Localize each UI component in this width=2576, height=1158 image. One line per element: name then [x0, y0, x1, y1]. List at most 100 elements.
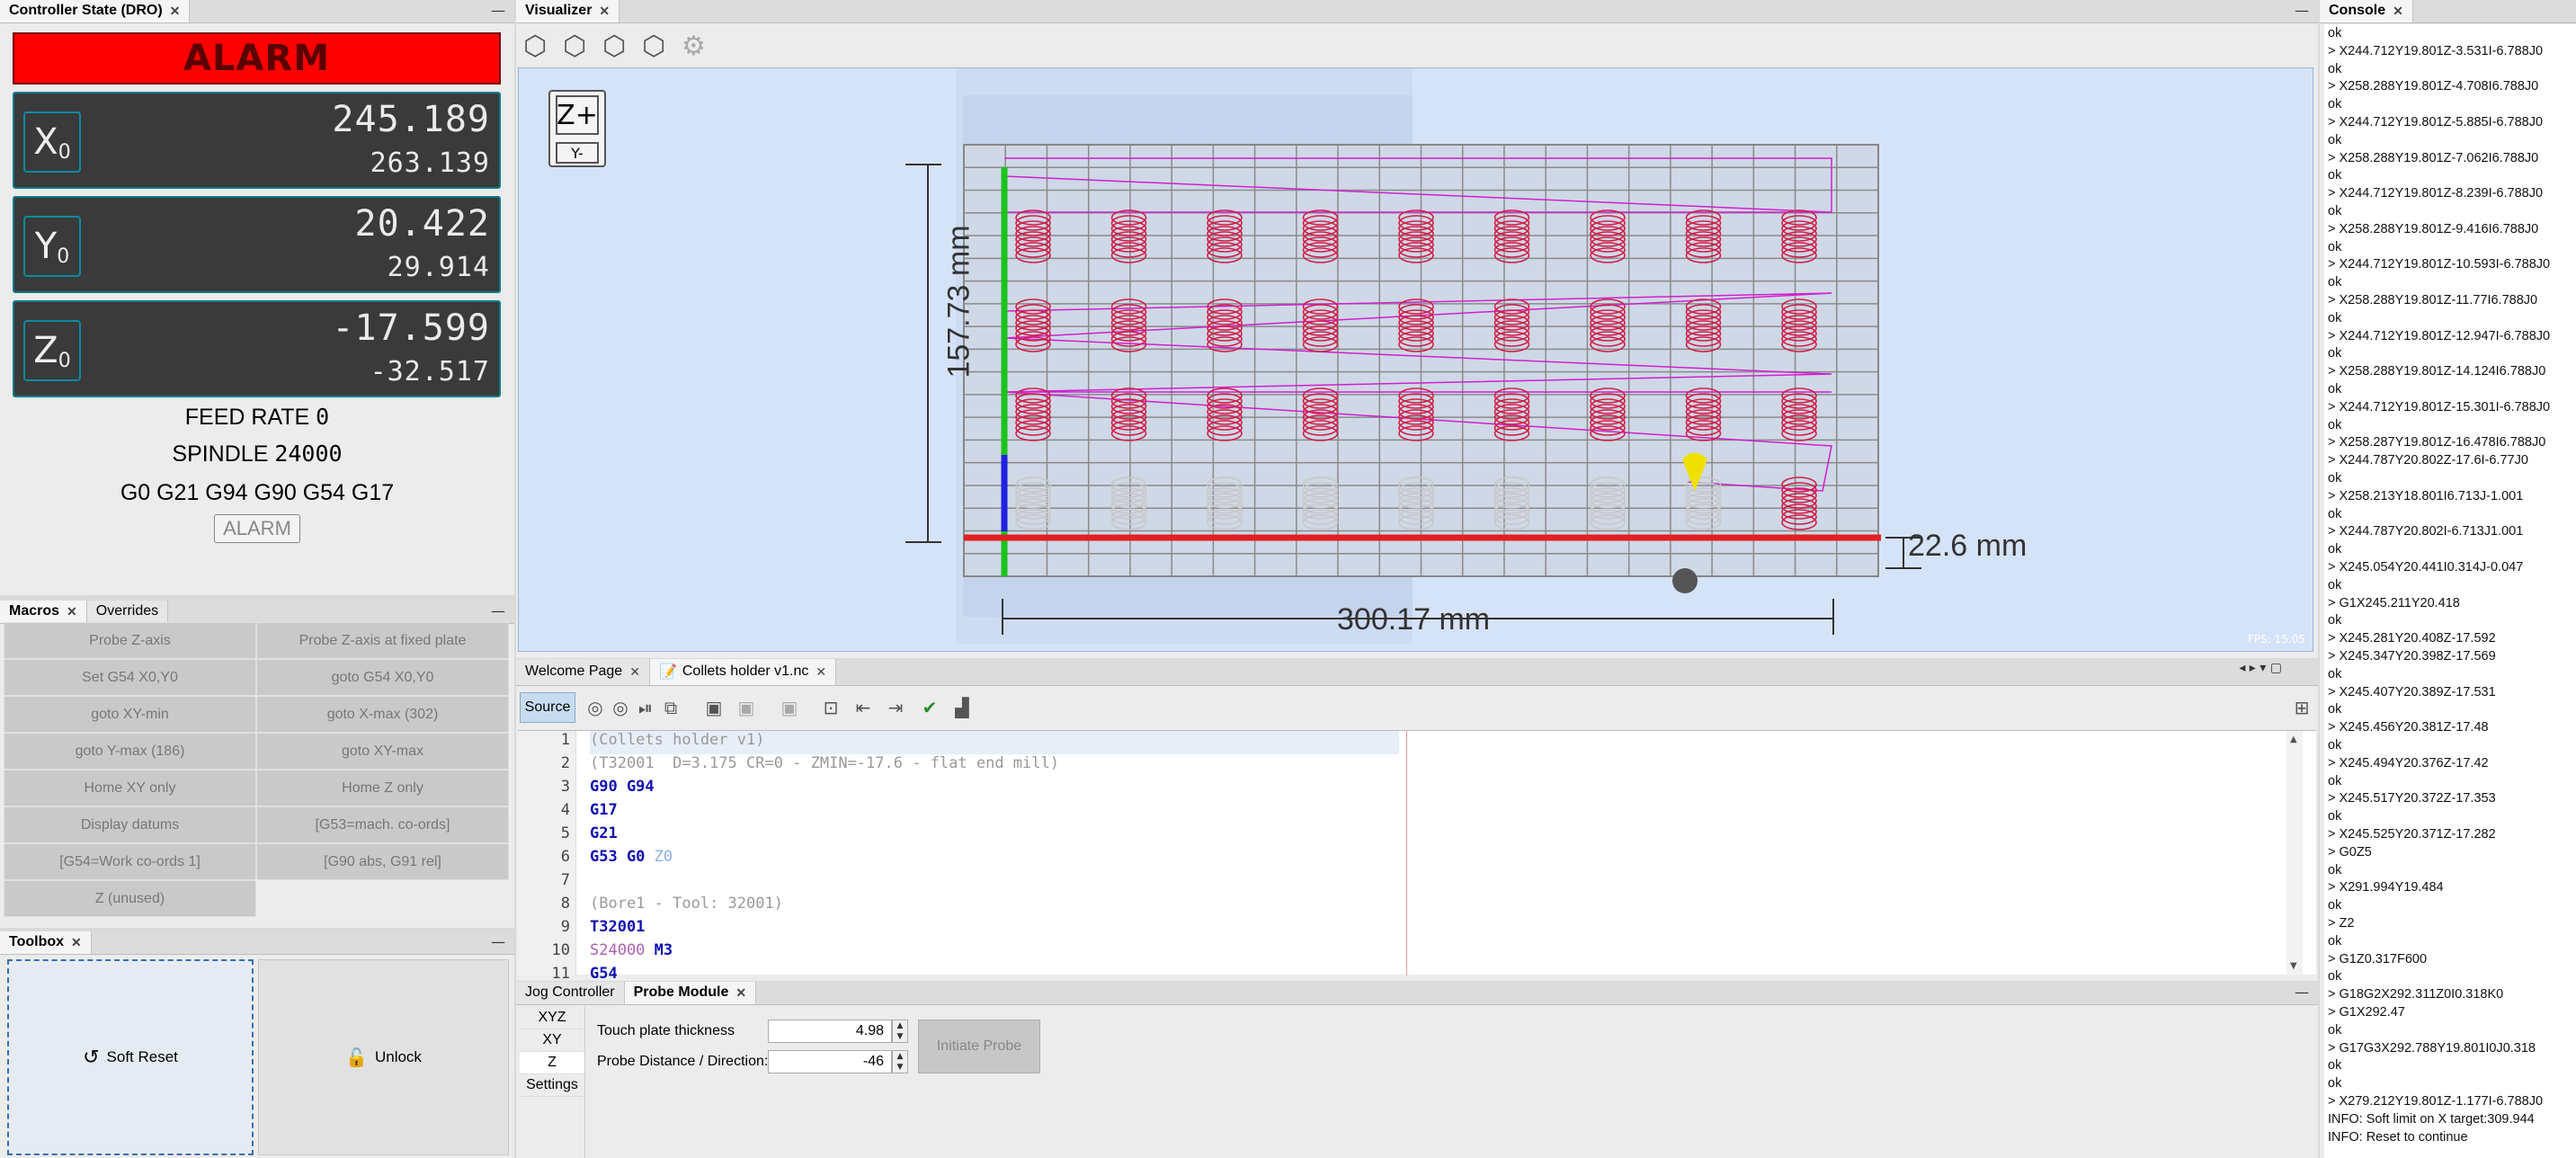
toggle-icon[interactable]: ◎	[584, 697, 606, 718]
macro-button[interactable]: [G90 abs, G91 rel]	[256, 843, 509, 880]
code-line: G17	[590, 801, 618, 819]
thickness-input[interactable]: 4.98	[768, 1020, 892, 1043]
run-icon[interactable]: ⏯	[635, 697, 656, 718]
tab-list-dropdown-icon[interactable]: ◂ ▸ ▾ ▢	[2239, 661, 2282, 675]
toggle-icon-2[interactable]: ◎	[610, 697, 631, 718]
split-view-icon[interactable]: ⊞	[2291, 697, 2313, 718]
console-line: > X258.213Y18.801I6.713J-1.001	[2328, 488, 2524, 503]
visualizer-canvas[interactable]: 157.73 mm 300.17 mm 22.6 mm FPS: 15.05	[518, 59, 2313, 652]
tab-visualizer[interactable]: Visualizer ✕	[516, 0, 620, 22]
axis-x-letter: X	[33, 121, 58, 163]
zoom-plus-button[interactable]: Z+	[556, 95, 599, 135]
close-icon[interactable]: ✕	[2393, 4, 2403, 19]
format-icon[interactable]: ▣	[779, 697, 800, 718]
tab-console[interactable]: Console ✕	[2320, 0, 2413, 22]
macro-button[interactable]: Z (unused)	[4, 880, 256, 917]
macro-button[interactable]: Probe Z-axis at fixed plate	[256, 622, 509, 659]
macro-button[interactable]: Set G54 X0,Y0	[4, 659, 256, 696]
tab-jog-label: Jog Controller	[525, 984, 615, 1000]
minimize-icon[interactable]: —	[491, 2, 505, 19]
probe-mode-z[interactable]: Z	[520, 1052, 584, 1074]
view-top-icon[interactable]: ⬡	[563, 31, 586, 62]
tab-toolbox[interactable]: Toolbox ✕	[0, 931, 92, 954]
view-iso-icon[interactable]: ⬡	[523, 31, 547, 62]
macro-button[interactable]: Home XY only	[4, 770, 256, 806]
soft-reset-label: Soft Reset	[106, 1048, 178, 1065]
history-icon[interactable]: ▣	[703, 697, 725, 718]
close-icon[interactable]: ✕	[816, 664, 826, 680]
code-token: S24000	[590, 941, 646, 959]
console-line: > X258.288Y19.801Z-14.124I6.788J0	[2328, 364, 2546, 379]
alarm-button[interactable]: ALARM	[214, 514, 300, 543]
close-icon[interactable]: ✕	[71, 935, 82, 950]
macros-tabbar: Macros ✕ Overrides —	[0, 601, 514, 624]
minimize-icon[interactable]: —	[2295, 2, 2309, 19]
comment-icon[interactable]: ✔	[919, 697, 940, 718]
unlock-button[interactable]: 🔓 Unlock	[258, 959, 509, 1155]
camera-settings-icon[interactable]: ⚙	[682, 31, 706, 62]
tab-gcode-file[interactable]: 📝 Collets holder v1.nc ✕	[649, 659, 837, 685]
gcode-editor[interactable]: ▲ ▼ 1 (Collets holder v1) 2 (T32001 D=3.…	[518, 730, 2316, 983]
soft-reset-button[interactable]: ↺ Soft Reset	[7, 959, 254, 1155]
close-icon[interactable]: ✕	[67, 604, 77, 619]
close-icon[interactable]: ✕	[599, 4, 610, 19]
console-output[interactable]: ok > X244.712Y19.801Z-3.531I-6.788J0 ok > X…	[2324, 24, 2576, 1158]
feed-rate-label: FEED RATE	[184, 405, 310, 430]
tab-jog-controller[interactable]: Jog Controller	[516, 982, 625, 1004]
tab-overrides[interactable]: Overrides	[86, 601, 169, 623]
macro-button[interactable]: [G54=Work co-ords 1]	[4, 843, 256, 880]
right-margin-line	[1406, 731, 1407, 975]
macro-button[interactable]: Home Z only	[256, 770, 509, 806]
overlay-icon[interactable]: ⧉	[660, 697, 682, 718]
distance-input[interactable]: -46	[768, 1050, 892, 1073]
bookmark-icon[interactable]: ▣	[735, 697, 757, 718]
editor-scrollbar[interactable]: ▲ ▼	[2286, 731, 2303, 975]
view-front-icon[interactable]: ⬡	[642, 31, 665, 62]
probe-mode-xyz[interactable]: XYZ	[520, 1007, 584, 1029]
y-minus-button[interactable]: Y-	[556, 142, 599, 164]
macro-button[interactable]: goto X-max (302)	[256, 696, 509, 733]
axis-y-zero-button[interactable]: Y0	[23, 216, 81, 277]
macro-button[interactable]: Probe Z-axis	[4, 622, 256, 659]
minimize-icon[interactable]: —	[491, 933, 505, 950]
source-tab[interactable]: Source	[520, 692, 575, 723]
code-line: (Bore1 - Tool: 32001)	[590, 895, 783, 913]
axis-z-zero-button[interactable]: Z0	[23, 320, 81, 381]
axis-z-sub: 0	[58, 349, 71, 372]
close-icon[interactable]: ✕	[629, 664, 640, 680]
shift-right-icon[interactable]: ⇥	[885, 697, 906, 718]
macro-button[interactable]: Display datums	[4, 806, 256, 843]
code-token: M3	[645, 941, 673, 959]
console-line: > G1X245.211Y20.418	[2328, 595, 2460, 610]
shift-left-icon[interactable]: ⇤	[852, 697, 874, 718]
visualizer-title: Visualizer	[525, 3, 593, 18]
macro-button[interactable]: goto XY-max	[256, 733, 509, 770]
insert-icon[interactable]: ⊡	[820, 697, 842, 718]
console-line: ok	[2328, 809, 2342, 824]
distance-spinner[interactable]: ▲ ▼	[892, 1050, 908, 1073]
initiate-probe-button[interactable]: Initiate Probe	[918, 1020, 1040, 1073]
console-line: > X244.712Y19.801Z-12.947I-6.788J0	[2328, 328, 2551, 343]
close-icon[interactable]: ✕	[735, 985, 746, 1001]
console-line: ok	[2328, 1058, 2342, 1073]
macro-button[interactable]: goto G54 X0,Y0	[256, 659, 509, 696]
tab-dro[interactable]: Controller State (DRO) ✕	[0, 0, 191, 22]
axis-x-zero-button[interactable]: X0	[23, 111, 81, 173]
console-line: > X244.712Y19.801Z-8.239I-6.788J0	[2328, 186, 2544, 201]
close-icon[interactable]: ✕	[170, 4, 181, 19]
minimize-icon[interactable]: —	[491, 602, 505, 619]
spindle-label: SPINDLE	[172, 441, 269, 467]
probe-mode-xy[interactable]: XY	[520, 1029, 584, 1052]
macro-button[interactable]: goto XY-min	[4, 696, 256, 733]
tab-macros[interactable]: Macros ✕	[0, 601, 87, 623]
macro-button[interactable]: goto Y-max (186)	[4, 733, 256, 770]
tab-welcome-page[interactable]: Welcome Page ✕	[516, 659, 650, 685]
view-left-icon[interactable]: ⬡	[602, 31, 626, 62]
probe-mode-settings[interactable]: Settings	[520, 1074, 584, 1097]
minimize-icon[interactable]: —	[2295, 984, 2309, 1001]
thickness-spinner[interactable]: ▲ ▼	[892, 1020, 908, 1043]
probe-mode-list: XYZ XY Z Settings	[520, 1007, 584, 1097]
macro-button[interactable]: [G53=mach. co-ords]	[256, 806, 509, 843]
chart-icon[interactable]: ▟	[951, 697, 973, 718]
tab-probe-module[interactable]: Probe Module ✕	[624, 982, 757, 1004]
